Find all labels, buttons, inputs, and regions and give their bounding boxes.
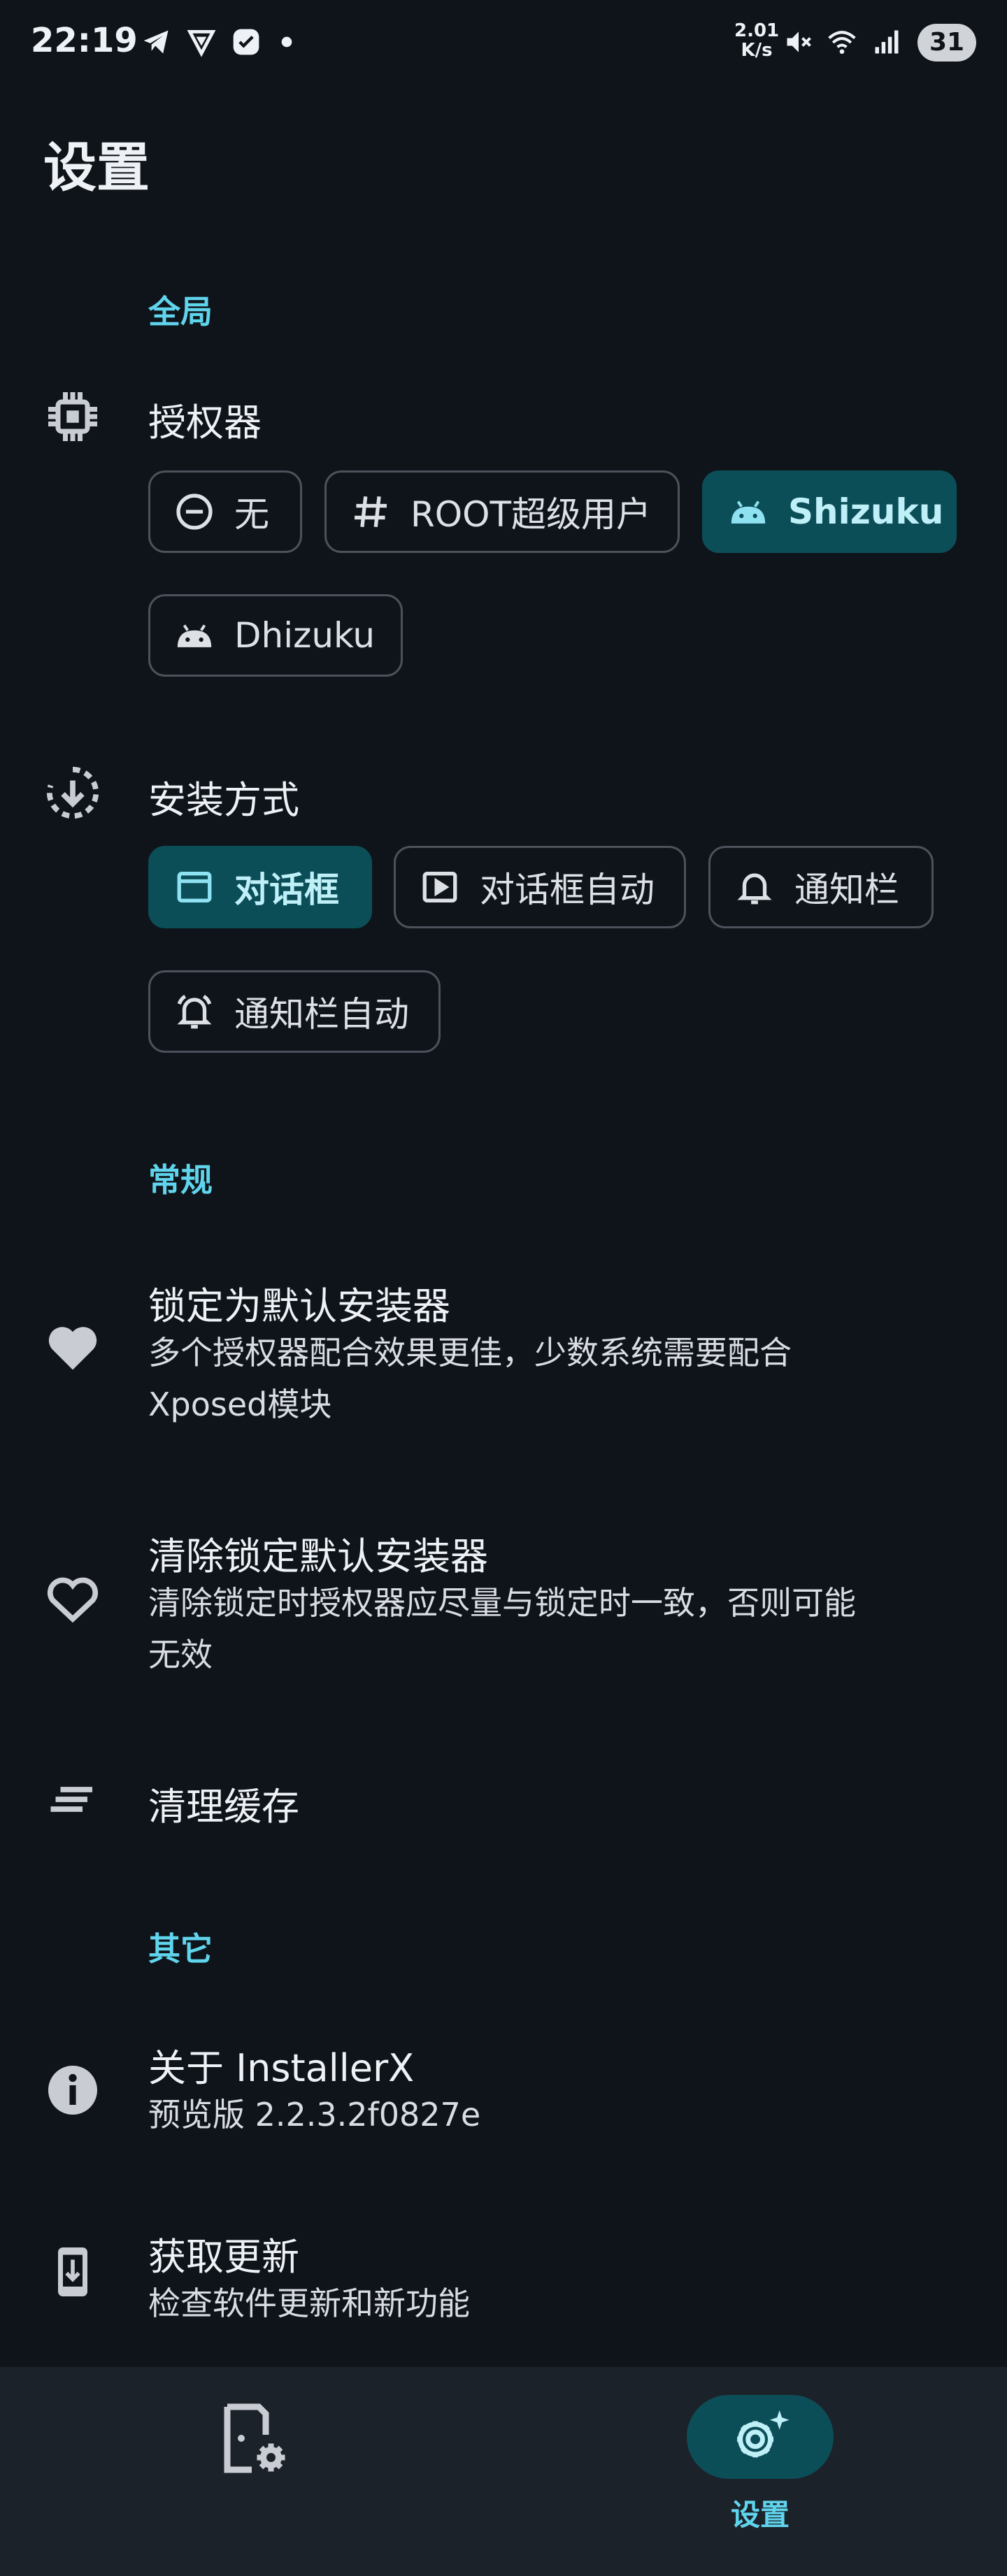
android-icon	[728, 491, 769, 532]
window-icon	[174, 867, 215, 907]
android-icon	[174, 615, 215, 656]
notification-dot-icon	[280, 27, 294, 57]
clear-lock-default-item[interactable]: 清除锁定默认安装器 清除锁定时授权器应尽量与锁定时一致，否则可能 无效	[0, 1503, 1007, 1699]
chip-label: Shizuku	[788, 491, 944, 532]
section-header-general: 常规	[148, 1161, 213, 1199]
authorizer-option-root[interactable]: ROOT超级用户	[324, 470, 680, 553]
lock-default-subtitle: 多个授权器配合效果更佳，少数系统需要配合 Xposed模块	[148, 1327, 938, 1430]
net-speed-value: 2.01	[734, 20, 780, 41]
authorizer-title: 授权器	[148, 401, 262, 445]
install-mode-option-dialog[interactable]: 对话框	[148, 846, 372, 928]
chat-app-icon	[231, 27, 262, 57]
lock-default-title: 锁定为默认安装器	[148, 1284, 450, 1328]
lock-default-installer-item[interactable]: 锁定为默认安装器 多个授权器配合效果更佳，少数系统需要配合 Xposed模块	[0, 1251, 1007, 1447]
chip-label: Dhizuku	[234, 615, 376, 656]
section-header-global: 全局	[148, 293, 213, 331]
authorizer-option-dhizuku[interactable]: Dhizuku	[148, 594, 403, 677]
clear-cache-item[interactable]: 清理缓存	[0, 1755, 1007, 1845]
chip-label: 对话框自动	[480, 870, 655, 910]
clear-lock-subtitle: 清除锁定时授权器应尽量与锁定时一致，否则可能 无效	[148, 1577, 938, 1681]
nav-settings-label: 设置	[730, 2498, 790, 2532]
heart-outline-icon	[43, 1570, 102, 1629]
wifi-icon	[827, 27, 857, 57]
chip-label: 对话框	[234, 870, 339, 910]
settings-sparkle-icon	[737, 2410, 790, 2458]
authorizer-option-shizuku[interactable]: Shizuku	[702, 470, 957, 553]
app-settings-icon	[224, 2403, 285, 2473]
download-circle-icon	[43, 763, 102, 822]
chip-icon	[43, 387, 102, 446]
info-icon	[43, 2061, 102, 2120]
chip-label: ROOT超级用户	[410, 494, 651, 535]
mute-icon	[783, 27, 814, 57]
install-mode-option-notification[interactable]: 通知栏	[708, 846, 934, 928]
get-updates-title: 获取更新	[148, 2235, 299, 2279]
section-header-other: 其它	[148, 1930, 213, 1968]
heart-filled-icon	[43, 1318, 102, 1377]
status-time: 22:19	[31, 21, 138, 60]
net-speed-unit: K/s	[741, 40, 773, 61]
play-box-icon	[420, 867, 460, 907]
subtitle-line: 清除锁定时授权器应尽量与锁定时一致，否则可能	[148, 1584, 856, 1622]
clear-lock-title: 清除锁定默认安装器	[148, 1534, 488, 1578]
nav-settings-button[interactable]	[687, 2395, 834, 2479]
subtitle-line: 多个授权器配合效果更佳，少数系统需要配合	[148, 1334, 792, 1372]
authorizer-option-none[interactable]: 无	[148, 470, 302, 553]
telegram-icon	[141, 27, 172, 57]
chip-label: 无	[234, 494, 269, 535]
vpn-icon	[186, 27, 217, 57]
signal-icon	[871, 27, 902, 57]
chip-label: 通知栏自动	[234, 994, 409, 1035]
hash-icon	[350, 491, 391, 532]
minus-circle-icon	[174, 491, 215, 532]
get-updates-subtitle: 检查软件更新和新功能	[148, 2284, 470, 2322]
install-mode-title: 安装方式	[148, 778, 299, 822]
status-bar: 22:19 2.01 K/s 31	[0, 0, 1007, 91]
page-title: 设置	[43, 136, 150, 199]
nav-app-settings-button[interactable]	[210, 2396, 294, 2480]
about-item[interactable]: 关于 InstallerX 预览版 2.2.3.2f0827e	[0, 2020, 1007, 2160]
net-speed: 2.01 K/s	[734, 21, 779, 60]
subtitle-line: Xposed模块	[148, 1386, 332, 1423]
install-mode-option-dialog-auto[interactable]: 对话框自动	[394, 846, 686, 928]
clear-cache-title: 清理缓存	[148, 1785, 299, 1829]
chip-label: 通知栏	[794, 870, 899, 910]
phone-download-icon	[43, 2243, 102, 2301]
bell-icon	[734, 867, 775, 907]
subtitle-line: 无效	[148, 1636, 213, 1674]
about-title: 关于 InstallerX	[148, 2046, 415, 2090]
bell-ring-icon	[174, 991, 215, 1032]
about-version: 预览版 2.2.3.2f0827e	[148, 2096, 481, 2134]
clear-all-icon	[43, 1770, 102, 1829]
bottom-navigation: 设置	[0, 2367, 1007, 2576]
install-mode-option-notification-auto[interactable]: 通知栏自动	[148, 970, 441, 1053]
battery-level: 31	[917, 24, 976, 62]
get-updates-item[interactable]: 获取更新 检查软件更新和新功能	[0, 2209, 1007, 2349]
